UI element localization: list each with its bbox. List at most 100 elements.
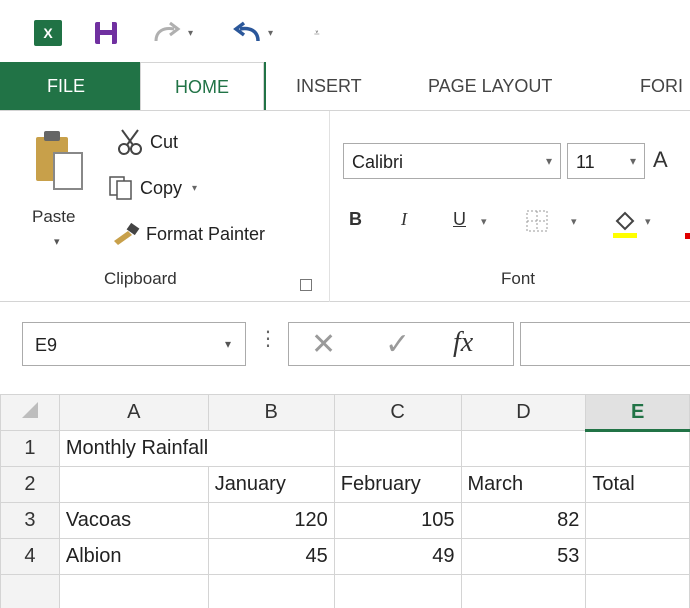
font-size-value: 11	[576, 152, 595, 172]
cancel-icon[interactable]: ✕	[311, 327, 336, 362]
undo-dropdown-icon[interactable]: ▾	[268, 28, 273, 39]
table-row: 2 January February March Total	[0, 466, 690, 503]
grow-font-button[interactable]: A	[653, 147, 668, 173]
cell-b2[interactable]: January	[207, 466, 335, 503]
insert-function-icon[interactable]: fx	[453, 327, 473, 359]
cell-table: A B C D E 1 Monthly Rainfall 2 January F…	[0, 394, 690, 608]
excel-logo-letter: X	[43, 25, 53, 41]
copy-label: Copy	[140, 177, 183, 198]
cell-a1[interactable]: Monthly Rainfall	[58, 430, 209, 467]
tab-home[interactable]: HOME	[140, 62, 264, 112]
underline-button[interactable]: U	[453, 209, 466, 230]
formula-bar-resize-icon[interactable]: ⋮	[258, 326, 278, 351]
borders-button[interactable]	[525, 209, 549, 238]
font-tools: B I U ▾ ▾ ▾	[349, 209, 690, 244]
redo-button[interactable]: ▾	[150, 18, 193, 48]
clipboard-group: Paste ▾ Cut Copy ▾ Format Painter Clipbo…	[0, 111, 330, 303]
row-header-3[interactable]: 3	[0, 502, 60, 539]
borders-dropdown-icon[interactable]: ▾	[571, 215, 577, 228]
cell-b5[interactable]	[207, 574, 335, 608]
quick-access-toolbar: X ▾ ▾ ⩡	[0, 0, 690, 62]
cell-d4[interactable]: 53	[460, 538, 587, 575]
bold-button[interactable]: B	[349, 209, 362, 230]
cell-a5[interactable]	[58, 574, 209, 608]
cell-e3[interactable]	[585, 502, 690, 539]
cell-a2[interactable]	[58, 466, 209, 503]
column-header-c[interactable]: C	[333, 394, 462, 431]
chevron-down-icon: ▾	[545, 154, 552, 168]
table-row	[0, 574, 690, 608]
undo-icon	[233, 21, 260, 42]
ribbon-tabs: FILE HOME INSERT PAGE LAYOUT FORI	[0, 62, 690, 112]
row-header-1[interactable]: 1	[0, 430, 60, 467]
cell-e2[interactable]: Total	[585, 466, 690, 503]
fill-color-button[interactable]	[611, 209, 639, 244]
table-row: 3 Vacoas 120 105 82	[0, 502, 690, 539]
column-header-a[interactable]: A	[58, 394, 209, 431]
name-box[interactable]: E9 ▾	[22, 322, 246, 366]
italic-button[interactable]: I	[401, 209, 407, 230]
formula-controls: ✕ ✓ fx	[288, 322, 514, 366]
column-header-e[interactable]: E	[585, 394, 690, 432]
row-header-4[interactable]: 4	[0, 538, 60, 575]
formula-input[interactable]	[520, 322, 690, 366]
save-icon	[95, 22, 117, 44]
cell-c4[interactable]: 49	[333, 538, 462, 575]
underline-dropdown-icon[interactable]: ▾	[481, 215, 487, 228]
cell-e5[interactable]	[585, 574, 690, 608]
chevron-down-icon[interactable]: ▾	[225, 337, 231, 351]
cell-a4[interactable]: Albion	[58, 538, 209, 575]
cell-d1[interactable]	[460, 430, 587, 467]
cell-d5[interactable]	[460, 574, 587, 608]
font-name-select[interactable]: Calibri ▾	[343, 143, 561, 179]
format-painter-button[interactable]: Format Painter	[112, 221, 265, 247]
cut-button[interactable]: Cut	[116, 127, 178, 157]
tab-formulas[interactable]: FORI	[640, 62, 683, 110]
cell-e4[interactable]	[585, 538, 690, 575]
borders-icon	[526, 210, 548, 232]
paste-button[interactable]: Paste	[32, 207, 75, 227]
paste-dropdown-icon[interactable]: ▾	[54, 235, 60, 248]
fill-color-dropdown-icon[interactable]: ▾	[645, 215, 651, 228]
fill-color-icon	[613, 211, 637, 238]
format-painter-icon	[114, 222, 140, 245]
redo-dropdown-icon[interactable]: ▾	[188, 28, 193, 39]
tab-insert[interactable]: INSERT	[296, 62, 362, 110]
customize-qat-button[interactable]: ⩡	[310, 18, 320, 48]
cell-c2[interactable]: February	[333, 466, 462, 503]
paste-icon[interactable]	[32, 127, 88, 197]
cell-c3[interactable]: 105	[333, 502, 462, 539]
column-header-b[interactable]: B	[207, 394, 335, 431]
cell-c5[interactable]	[333, 574, 462, 608]
font-color-icon[interactable]	[685, 233, 690, 239]
copy-icon	[109, 176, 132, 200]
cell-e1[interactable]	[585, 430, 690, 467]
column-header-d[interactable]: D	[460, 394, 587, 431]
cell-b3[interactable]: 120	[207, 502, 335, 539]
cell-b1[interactable]	[208, 430, 335, 467]
scissors-icon	[118, 129, 142, 155]
cell-a3[interactable]: Vacoas	[58, 502, 209, 539]
cell-b4[interactable]: 45	[207, 538, 335, 575]
save-button[interactable]	[92, 18, 120, 48]
select-all-corner[interactable]	[0, 394, 60, 431]
format-painter-label: Format Painter	[146, 223, 266, 244]
cell-d2[interactable]: March	[460, 466, 587, 503]
spreadsheet-grid: A B C D E 1 Monthly Rainfall 2 January F…	[0, 394, 690, 608]
select-all-icon	[21, 401, 38, 418]
row-header-5[interactable]	[0, 574, 60, 608]
tab-page-layout[interactable]: PAGE LAYOUT	[428, 62, 552, 110]
tab-file[interactable]: FILE	[0, 62, 132, 110]
undo-button[interactable]: ▾	[230, 18, 273, 48]
clipboard-dialog-launcher-icon[interactable]	[300, 279, 312, 291]
cell-c1[interactable]	[333, 430, 462, 467]
font-size-select[interactable]: 11 ▾	[567, 143, 645, 179]
copy-button[interactable]: Copy ▾	[108, 175, 197, 201]
font-group-title: Font	[501, 269, 536, 288]
enter-icon[interactable]: ✓	[385, 327, 410, 362]
cell-d3[interactable]: 82	[460, 502, 587, 539]
cut-label: Cut	[150, 131, 179, 152]
row-header-2[interactable]: 2	[0, 466, 60, 503]
font-name-value: Calibri	[352, 152, 404, 172]
copy-dropdown-icon[interactable]: ▾	[192, 183, 197, 194]
